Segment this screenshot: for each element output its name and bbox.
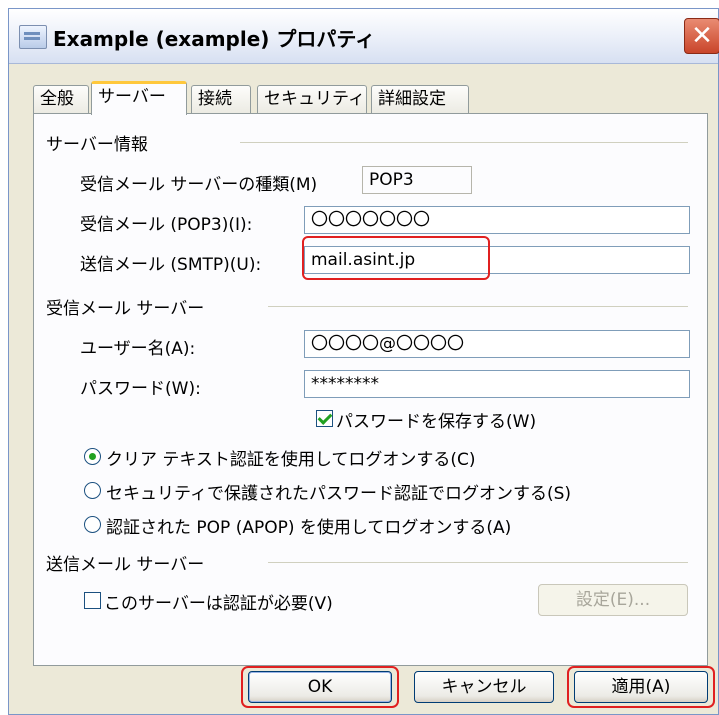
close-button[interactable]: ✕ bbox=[684, 18, 719, 54]
auth-spa-radio[interactable] bbox=[84, 482, 101, 499]
outgoing-settings-button[interactable]: 設定(E)... bbox=[538, 584, 688, 616]
apply-button[interactable]: 適用(A) bbox=[574, 671, 708, 703]
username-label: ユーザー名(A): bbox=[80, 339, 196, 359]
properties-dialog: Example (example) プロパティ ✕ 全般 サーバー 接続 セキュ… bbox=[8, 8, 719, 715]
outgoing-server-label: 送信メール (SMTP)(U): bbox=[80, 255, 262, 275]
tab-server[interactable]: サーバー bbox=[91, 81, 187, 115]
mail-account-icon bbox=[19, 25, 47, 49]
incoming-server-input[interactable]: 〇〇〇〇〇〇〇 bbox=[304, 206, 690, 234]
ok-button[interactable]: OK bbox=[248, 671, 392, 703]
title-bar[interactable]: Example (example) プロパティ ✕ bbox=[9, 9, 719, 64]
section-divider bbox=[268, 306, 688, 307]
incoming-server-label: 受信メール (POP3)(I): bbox=[80, 215, 253, 235]
server-info-heading: サーバー情報 bbox=[46, 135, 148, 155]
tab-advanced[interactable]: 詳細設定 bbox=[371, 85, 469, 113]
section-divider bbox=[240, 142, 688, 143]
tab-security[interactable]: セキュリティ bbox=[257, 85, 367, 113]
tab-connection[interactable]: 接続 bbox=[191, 85, 251, 113]
requires-auth-checkbox[interactable] bbox=[84, 592, 101, 609]
incoming-type-value: POP3 bbox=[362, 166, 472, 194]
auth-clear-text-radio[interactable] bbox=[84, 448, 101, 465]
incoming-type-label: 受信メール サーバーの種類(M) bbox=[80, 175, 318, 195]
section-divider bbox=[268, 562, 688, 563]
auth-apop-radio[interactable] bbox=[84, 516, 101, 533]
server-tab-panel: サーバー情報 受信メール サーバーの種類(M) POP3 受信メール (POP3… bbox=[33, 113, 708, 666]
auth-clear-text-label[interactable]: クリア テキスト認証を使用してログオンする(C) bbox=[106, 445, 476, 470]
cancel-button[interactable]: キャンセル bbox=[414, 671, 554, 703]
tab-general[interactable]: 全般 bbox=[33, 85, 89, 113]
password-input[interactable]: ******** bbox=[304, 370, 690, 398]
remember-password-label[interactable]: パスワードを保存する(W) bbox=[336, 407, 536, 432]
auth-spa-label[interactable]: セキュリティで保護されたパスワード認証でログオンする(S) bbox=[106, 479, 571, 504]
auth-apop-label[interactable]: 認証された POP (APOP) を使用してログオンする(A) bbox=[106, 513, 511, 538]
outgoing-server-heading: 送信メール サーバー bbox=[46, 555, 205, 575]
incoming-server-heading: 受信メール サーバー bbox=[46, 299, 205, 319]
password-label: パスワード(W): bbox=[80, 379, 201, 399]
remember-password-checkbox[interactable] bbox=[316, 410, 333, 427]
requires-auth-label[interactable]: このサーバーは認証が必要(V) bbox=[104, 589, 333, 614]
window-title: Example (example) プロパティ bbox=[53, 27, 376, 51]
username-input[interactable]: 〇〇〇〇@〇〇〇〇 bbox=[304, 330, 690, 358]
outgoing-server-highlight bbox=[302, 236, 490, 280]
